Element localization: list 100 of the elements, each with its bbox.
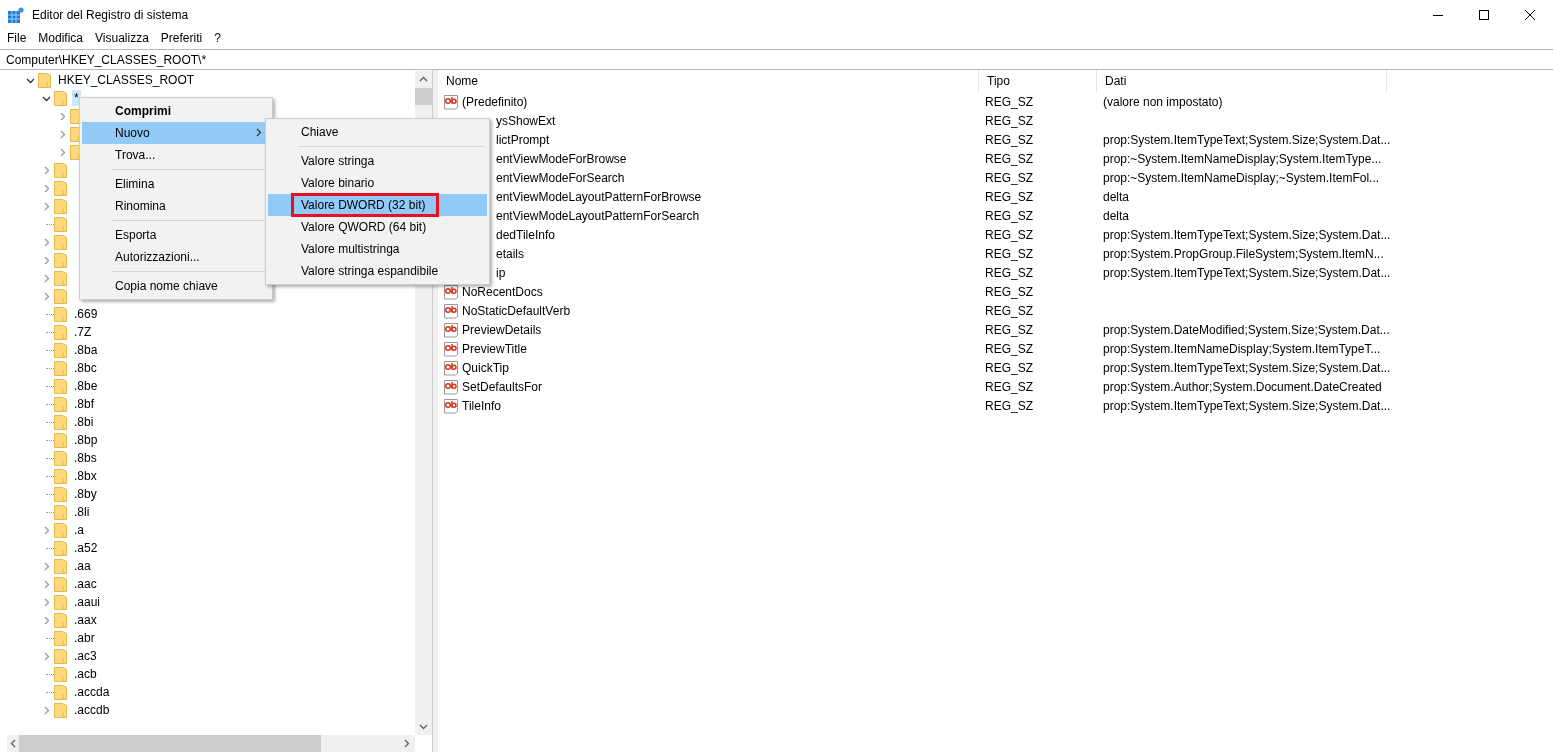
scroll-thumb[interactable] bbox=[19, 735, 321, 752]
value-name: (Predefinito) bbox=[462, 94, 528, 109]
tree-line bbox=[46, 673, 54, 675]
tree-line bbox=[46, 547, 54, 549]
tree-item[interactable]: .aaui bbox=[72, 594, 103, 610]
tree-item[interactable]: .aax bbox=[72, 612, 99, 628]
tree-item[interactable]: .accda bbox=[72, 684, 112, 700]
value-name: etails bbox=[496, 246, 524, 261]
value-type: REG_SZ bbox=[985, 360, 1033, 375]
menu-item[interactable]: Valore binario bbox=[268, 172, 487, 194]
value-type: REG_SZ bbox=[985, 189, 1033, 204]
tree-item[interactable]: .8bc bbox=[72, 360, 99, 376]
horizontal-scrollbar[interactable] bbox=[7, 735, 415, 752]
value-data: prop:System.ItemNameDisplay;System.ItemTypeT... bbox=[1103, 341, 1381, 356]
scroll-thumb[interactable] bbox=[415, 88, 432, 105]
column-header[interactable]: Nome bbox=[438, 70, 979, 92]
tree-item[interactable]: .8li bbox=[72, 504, 92, 520]
tree-item[interactable]: .a bbox=[72, 522, 86, 538]
value-type: REG_SZ bbox=[985, 227, 1033, 242]
value-data: prop:System.DateModified;System.Size;System.Dat... bbox=[1103, 322, 1390, 337]
registry-icon bbox=[8, 7, 24, 23]
value-type: REG_SZ bbox=[985, 398, 1033, 413]
tree-line bbox=[46, 493, 54, 495]
window-title: Editor del Registro di sistema bbox=[32, 8, 190, 22]
menu-item[interactable]: File bbox=[1, 31, 33, 45]
string-value-icon bbox=[443, 378, 459, 395]
tree-item[interactable]: .669 bbox=[72, 306, 100, 322]
value-type: REG_SZ bbox=[985, 303, 1033, 318]
folder-icon bbox=[54, 522, 67, 538]
tree-item[interactable]: .7Z bbox=[72, 324, 94, 340]
close-icon bbox=[1525, 10, 1535, 20]
value-data: prop:System.ItemTypeText;System.Size;System.Dat... bbox=[1103, 398, 1391, 413]
tree-item[interactable]: .8bp bbox=[72, 432, 100, 448]
tree-item[interactable]: .aac bbox=[72, 576, 99, 592]
menu-item[interactable]: Valore stringa espandibile bbox=[268, 260, 487, 282]
tree-line bbox=[46, 421, 54, 423]
tree-item[interactable]: .a52 bbox=[72, 540, 100, 556]
value-name: QuickTip bbox=[462, 360, 509, 375]
tree-item[interactable]: .accdb bbox=[72, 702, 112, 718]
tree-item[interactable]: .8ba bbox=[72, 342, 100, 358]
menu-item[interactable]: ? bbox=[208, 31, 227, 45]
tree-item[interactable]: .8bf bbox=[72, 396, 96, 412]
value-name: SetDefaultsFor bbox=[462, 379, 543, 394]
value-data: prop:System.Author;System.Document.DateCreated bbox=[1103, 379, 1382, 394]
folder-icon bbox=[54, 414, 67, 430]
value-name: NoStaticDefaultVerb bbox=[462, 303, 571, 318]
address-field[interactable]: Computer\HKEY_CLASSES_ROOT\* bbox=[0, 49, 1553, 70]
tree-line bbox=[46, 691, 54, 693]
folder-icon bbox=[54, 594, 67, 610]
menu-item[interactable]: Copia nome chiave bbox=[82, 275, 270, 297]
tree-item[interactable]: .ac3 bbox=[72, 648, 99, 664]
folder-icon bbox=[54, 342, 67, 358]
folder-icon bbox=[54, 468, 67, 484]
tree-item[interactable]: .8bx bbox=[72, 468, 99, 484]
value-type: REG_SZ bbox=[985, 246, 1033, 261]
tree-item[interactable]: .8be bbox=[72, 378, 100, 394]
tree-item[interactable]: .aa bbox=[72, 558, 93, 574]
tree-item[interactable]: .8by bbox=[72, 486, 99, 502]
menu-item[interactable]: Preferiti bbox=[154, 31, 209, 45]
menu-item[interactable]: Modifica bbox=[32, 31, 90, 45]
menu-item[interactable]: Valore DWORD (32 bit) bbox=[268, 194, 487, 216]
column-header[interactable]: Dati bbox=[1097, 70, 1387, 92]
folder-icon bbox=[54, 360, 67, 376]
menu-item[interactable]: Comprimi bbox=[82, 100, 270, 122]
tree-line bbox=[46, 223, 54, 225]
folder-icon bbox=[54, 612, 67, 628]
value-name: PreviewDetails bbox=[462, 322, 542, 337]
value-name: ysShowExt bbox=[496, 113, 556, 128]
folder-icon bbox=[54, 666, 67, 682]
value-data: delta bbox=[1103, 208, 1130, 223]
folder-icon bbox=[54, 396, 67, 412]
string-value-icon bbox=[443, 397, 459, 414]
tree-line bbox=[46, 511, 54, 513]
folder-icon bbox=[38, 72, 51, 88]
value-type: REG_SZ bbox=[985, 151, 1033, 166]
tree-item[interactable]: .abr bbox=[72, 630, 97, 646]
tree-item[interactable]: * bbox=[72, 90, 81, 106]
tree-line bbox=[46, 403, 54, 405]
folder-icon bbox=[54, 90, 67, 106]
value-name: dedTileInfo bbox=[496, 227, 555, 242]
folder-icon bbox=[54, 648, 67, 664]
menu-item[interactable]: Visualizza bbox=[89, 31, 155, 45]
tree-line bbox=[46, 475, 54, 477]
value-data: prop:System.ItemTypeText;System.Size;System.Dat... bbox=[1103, 265, 1391, 280]
menu-item[interactable]: Chiave bbox=[268, 121, 487, 143]
column-header[interactable]: Tipo bbox=[979, 70, 1097, 92]
value-type: REG_SZ bbox=[985, 379, 1033, 394]
folder-icon bbox=[54, 558, 67, 574]
menu-item[interactable]: Valore multistringa bbox=[268, 238, 487, 260]
tree-item[interactable]: .acb bbox=[72, 666, 99, 682]
menu-item[interactable]: Valore stringa bbox=[268, 150, 487, 172]
folder-icon bbox=[54, 486, 67, 502]
tree-line bbox=[46, 349, 54, 351]
tree-item[interactable]: .8bs bbox=[72, 450, 99, 466]
tree-item[interactable]: HKEY_CLASSES_ROOT bbox=[56, 72, 197, 88]
tree-item[interactable]: .8bi bbox=[72, 414, 96, 430]
menu-item[interactable]: Valore QWORD (64 bit) bbox=[268, 216, 487, 238]
tree-line bbox=[46, 367, 54, 369]
value-name: entViewModeLayoutPatternForBrowse bbox=[496, 189, 702, 204]
value-name: entViewModeForBrowse bbox=[496, 151, 627, 166]
